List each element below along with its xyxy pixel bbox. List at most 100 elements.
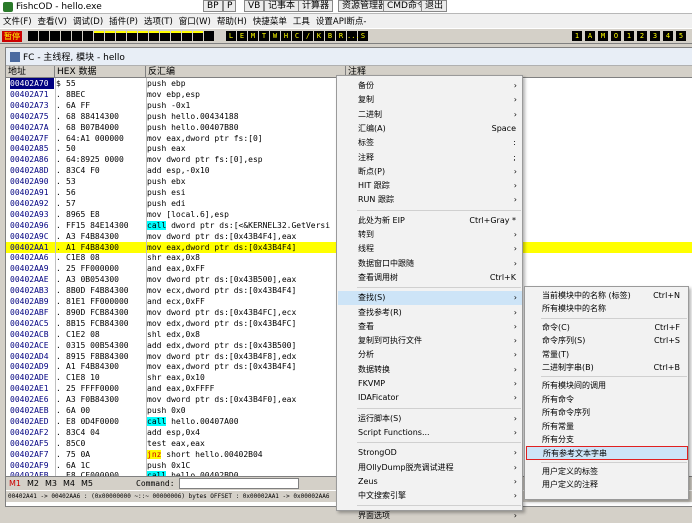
- context-menu-item[interactable]: 此处为新 EIP Ctrl+Gray *: [338, 214, 522, 228]
- row-address[interactable]: 00402AB3: [10, 285, 54, 296]
- toolbar-button[interactable]: [50, 31, 60, 41]
- toolbar-letter-button[interactable]: 1: [624, 31, 634, 41]
- row-address[interactable]: 00402A75: [10, 111, 54, 122]
- toolbar-letter-button[interactable]: C: [292, 31, 302, 41]
- menu-item[interactable]: 工具: [290, 15, 313, 27]
- toolbar-button[interactable]: [149, 31, 159, 41]
- toolbar-button[interactable]: [28, 31, 38, 41]
- context-menu-item[interactable]: Zeus ›: [338, 475, 522, 489]
- toolbar-button[interactable]: [204, 31, 214, 41]
- row-address[interactable]: 00402A7F: [10, 133, 54, 144]
- row-address[interactable]: 00402A96: [10, 220, 54, 231]
- toolbar-letter-button[interactable]: 2: [637, 31, 647, 41]
- toolbar-button[interactable]: [182, 31, 192, 41]
- toolbar-button[interactable]: [171, 31, 181, 41]
- context-menu-item[interactable]: 运行脚本(S) ›: [338, 412, 522, 426]
- menu-item[interactable]: 文件(F): [0, 15, 35, 27]
- column-disasm[interactable]: 反汇编: [146, 66, 346, 78]
- row-address[interactable]: 00402ABF: [10, 307, 54, 318]
- toolbar-button[interactable]: [39, 31, 49, 41]
- context-menu-item[interactable]: 转到 ›: [338, 228, 522, 242]
- menu-item[interactable]: 选项(T): [141, 15, 176, 27]
- toolbar-letter-button[interactable]: B: [325, 31, 335, 41]
- title-shortcut-1[interactable]: P: [223, 0, 237, 12]
- row-address[interactable]: 00402ACB: [10, 329, 54, 340]
- toolbar-letter-button[interactable]: R: [336, 31, 346, 41]
- menu-item[interactable]: 查看(V): [35, 15, 70, 27]
- row-address[interactable]: 00402ACE: [10, 340, 54, 351]
- row-address[interactable]: 00402A8D: [10, 165, 54, 176]
- row-address[interactable]: 00402A91: [10, 187, 54, 198]
- toolbar-letter-button[interactable]: S: [358, 31, 368, 41]
- toolbar-letter-button[interactable]: 4: [663, 31, 673, 41]
- submenu-item[interactable]: 所有命令序列: [526, 406, 688, 420]
- toolbar-button[interactable]: [61, 31, 71, 41]
- toolbar-letter-button[interactable]: W: [270, 31, 280, 41]
- context-menu-item[interactable]: 中文搜索引擎 ›: [338, 489, 522, 503]
- toolbar-letter-button[interactable]: ...: [347, 31, 360, 41]
- row-address[interactable]: 00402AA1: [10, 242, 54, 253]
- toolbar-button[interactable]: [94, 31, 104, 41]
- toolbar-letter-button[interactable]: H: [281, 31, 291, 41]
- row-address[interactable]: 00402AD9: [10, 361, 54, 372]
- submenu-item[interactable]: 所有常量: [526, 420, 688, 434]
- row-address[interactable]: 00402AD4: [10, 351, 54, 362]
- toolbar-button[interactable]: [160, 31, 170, 41]
- context-menu-item[interactable]: 复制到可执行文件 ›: [338, 334, 522, 348]
- row-address[interactable]: 00402A9C: [10, 231, 54, 242]
- toolbar-letter-button[interactable]: 3: [650, 31, 660, 41]
- menu-item[interactable]: 插件(P): [106, 15, 141, 27]
- row-address[interactable]: 00402A92: [10, 198, 54, 209]
- toolbar-button[interactable]: [127, 31, 137, 41]
- context-menu-item[interactable]: 注释;: [338, 151, 522, 165]
- menu-item[interactable]: 设置API断点-: [313, 15, 370, 27]
- column-addr[interactable]: 地址: [6, 66, 55, 78]
- toolbar-letter-button[interactable]: A: [585, 31, 595, 41]
- row-address[interactable]: 00402AF2: [10, 427, 54, 438]
- title-shortcut-0[interactable]: BP: [203, 0, 223, 12]
- memory-tab[interactable]: M1: [6, 479, 24, 488]
- column-hex[interactable]: HEX 数据: [55, 66, 146, 78]
- submenu-item[interactable]: 用户定义的标签: [526, 465, 688, 479]
- toolbar-letter-button[interactable]: T: [259, 31, 269, 41]
- memory-tab[interactable]: M5: [78, 479, 96, 488]
- context-menu-item[interactable]: 查找(S) ›: [338, 291, 522, 306]
- context-menu-item[interactable]: RUN 跟踪 ›: [338, 193, 522, 207]
- submenu-item[interactable]: 用户定义的注释: [526, 478, 688, 492]
- row-address[interactable]: 00402AE6: [10, 394, 54, 405]
- context-menu-item[interactable]: 界面选项 ›: [338, 509, 522, 523]
- row-address[interactable]: 00402AB9: [10, 296, 54, 307]
- title-shortcut-4[interactable]: 计算器: [298, 0, 334, 12]
- row-address[interactable]: 00402A85: [10, 143, 54, 154]
- toolbar-button[interactable]: [193, 31, 203, 41]
- submenu-item[interactable]: 所有分支: [526, 433, 688, 447]
- menu-item[interactable]: 快捷菜单: [250, 15, 290, 27]
- submenu-item[interactable]: 命令(C) Ctrl+F: [526, 321, 688, 335]
- memory-tab[interactable]: M3: [42, 479, 60, 488]
- row-address[interactable]: 00402A93: [10, 209, 54, 220]
- submenu-item[interactable]: 常量(T): [526, 348, 688, 362]
- context-menu-item[interactable]: FKVMP ›: [338, 377, 522, 391]
- submenu-item[interactable]: 所有模块中的名称: [526, 302, 688, 316]
- toolbar-button[interactable]: [72, 31, 82, 41]
- title-shortcut-3[interactable]: 记事本: [264, 0, 300, 12]
- row-address[interactable]: 00402AEB: [10, 405, 54, 416]
- context-menu-item[interactable]: 用OllyDump脱壳调试进程 ›: [338, 461, 522, 475]
- toolbar-letter-button[interactable]: M: [248, 31, 258, 41]
- menu-item[interactable]: 帮助(H): [214, 15, 250, 27]
- row-address[interactable]: 00402AA9: [10, 263, 54, 274]
- toolbar-letter-button[interactable]: E: [237, 31, 247, 41]
- row-address[interactable]: 00402AF7: [10, 449, 54, 460]
- toolbar-letter-button[interactable]: /: [303, 31, 313, 41]
- context-menu-item[interactable]: 备份 ›: [338, 79, 522, 93]
- context-menu-item[interactable]: 汇编(A) Space: [338, 122, 522, 136]
- context-menu-item[interactable]: 分析 ›: [338, 348, 522, 362]
- toolbar-letter-button[interactable]: 1: [572, 31, 582, 41]
- context-menu-item[interactable]: IDAFicator ›: [338, 391, 522, 405]
- toolbar-letter-button[interactable]: K: [314, 31, 324, 41]
- row-address[interactable]: 00402AC5: [10, 318, 54, 329]
- toolbar-button[interactable]: [116, 31, 126, 41]
- toolbar-letter-button[interactable]: L: [226, 31, 236, 41]
- row-address[interactable]: 00402AF5: [10, 438, 54, 449]
- command-input[interactable]: [178, 478, 299, 489]
